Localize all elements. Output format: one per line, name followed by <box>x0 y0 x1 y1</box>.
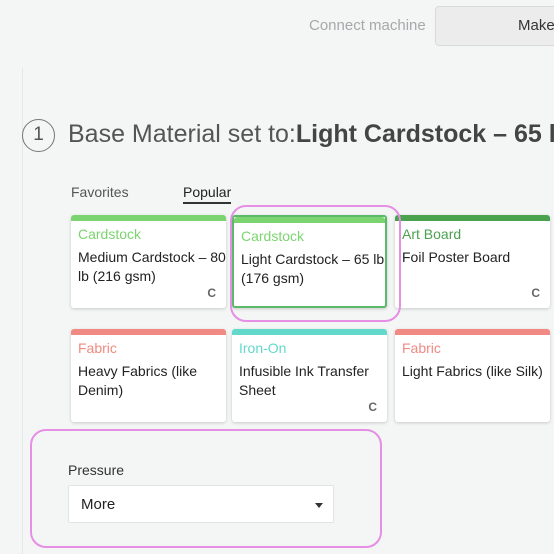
tab-favorites[interactable]: Favorites <box>71 184 129 200</box>
selected-material: Light Cardstock – 65 lb <box>295 120 554 148</box>
material-card-foil-poster-board[interactable]: Art Board Foil Poster Board C <box>395 215 550 308</box>
card-category: Iron-On <box>239 340 287 356</box>
category-color-bar <box>71 215 226 221</box>
material-card-medium-cardstock[interactable]: Cardstock Medium Cardstock – 80 lb (216 … <box>71 215 226 308</box>
card-material-name: Medium Cardstock – 80 lb (216 gsm) <box>78 249 226 284</box>
cricut-icon: C <box>531 286 540 300</box>
material-card-infusible-ink[interactable]: Iron-On Infusible Ink Transfer Sheet C <box>232 329 387 422</box>
category-color-bar <box>232 329 387 335</box>
card-category: Fabric <box>402 340 441 356</box>
connect-machine-link[interactable]: Connect machine <box>309 17 426 34</box>
card-category: Fabric <box>78 340 117 356</box>
material-card-light-fabrics[interactable]: Fabric Light Fabrics (like Silk) <box>395 329 550 422</box>
highlight-pressure <box>30 429 382 548</box>
cricut-icon: C <box>207 286 216 300</box>
category-color-bar <box>395 215 550 221</box>
top-bar: Connect machine Make <box>0 0 554 60</box>
category-color-bar <box>395 329 550 335</box>
material-card-heavy-fabrics[interactable]: Fabric Heavy Fabrics (like Denim) <box>71 329 226 422</box>
tab-popular[interactable]: Popular <box>183 184 232 204</box>
category-color-bar <box>71 329 226 335</box>
card-material-name: Infusible Ink Transfer Sheet <box>239 363 369 398</box>
card-material-name: Light Fabrics (like Silk) <box>402 363 543 379</box>
step-title-prefix: Base Material set to: <box>68 120 296 148</box>
step-title: Base Material set to:Light Cardstock – 6… <box>68 120 554 149</box>
card-material-name: Foil Poster Board <box>402 249 511 265</box>
make-button[interactable]: Make <box>435 6 554 46</box>
card-category: Cardstock <box>78 226 142 242</box>
card-material-name: Heavy Fabrics (like Denim) <box>78 363 198 398</box>
step-number: 1 <box>22 119 55 152</box>
card-category: Art Board <box>402 226 462 242</box>
highlight-selected-card <box>230 205 401 322</box>
make-button-label: Make <box>518 17 554 34</box>
cricut-icon: C <box>368 400 377 414</box>
